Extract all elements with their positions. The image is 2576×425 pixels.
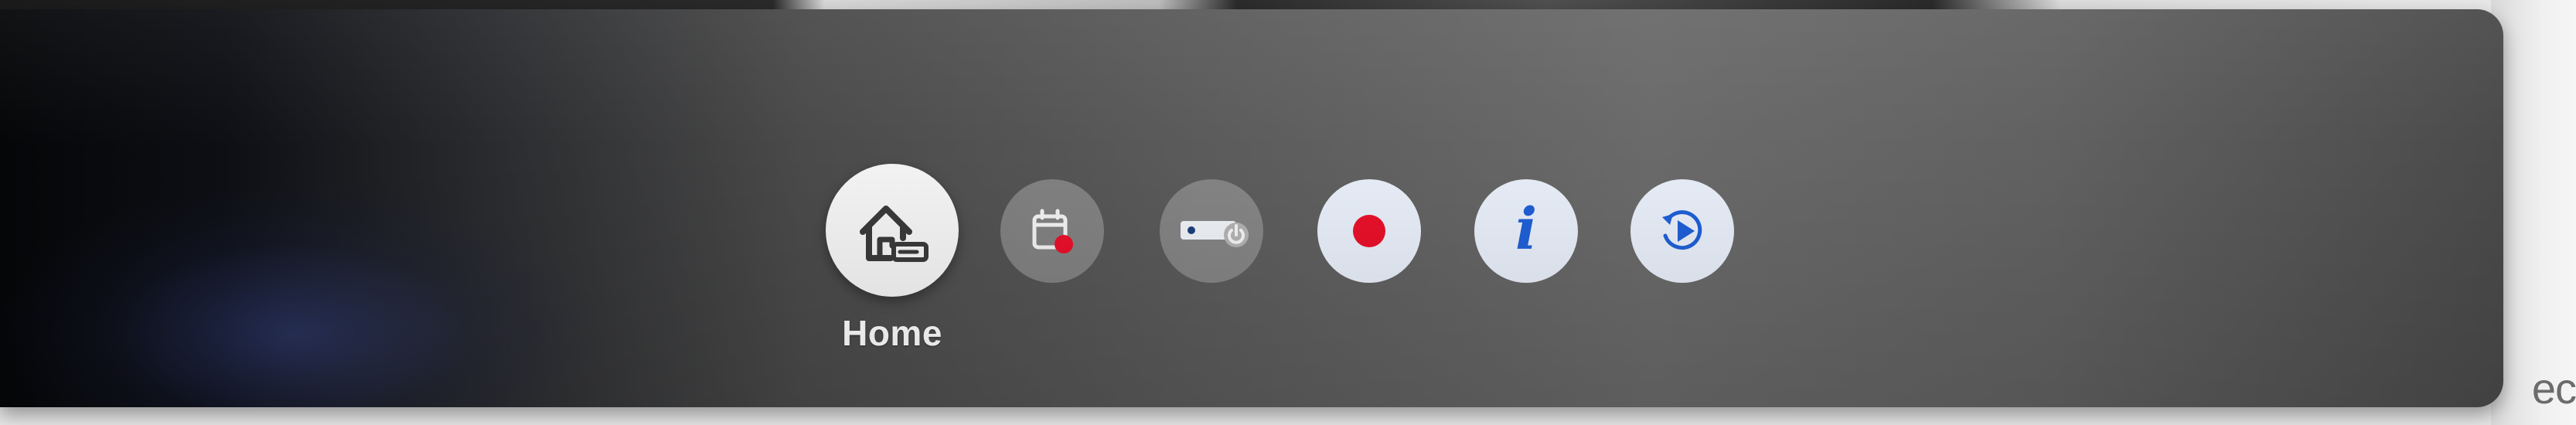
schedule-icon bbox=[1025, 204, 1079, 258]
replay-button[interactable] bbox=[1630, 179, 1734, 283]
background-edge-text: ec bbox=[2531, 364, 2576, 413]
background-paper: ec bbox=[2491, 0, 2576, 425]
home-button[interactable] bbox=[826, 164, 959, 297]
screen: ec Home i bbox=[0, 0, 2576, 425]
home-label: Home bbox=[842, 313, 942, 353]
info-icon: i bbox=[1515, 196, 1538, 263]
schedule-button[interactable] bbox=[1000, 179, 1104, 283]
home-input-icon bbox=[852, 190, 932, 270]
device-power-icon bbox=[1173, 204, 1250, 258]
record-icon bbox=[1346, 208, 1392, 254]
tv-quick-bar: Home i bbox=[0, 9, 2503, 407]
record-button[interactable] bbox=[1317, 179, 1421, 283]
replay-icon bbox=[1651, 200, 1713, 262]
info-button[interactable]: i bbox=[1474, 179, 1578, 283]
device-power-button[interactable] bbox=[1160, 179, 1263, 283]
